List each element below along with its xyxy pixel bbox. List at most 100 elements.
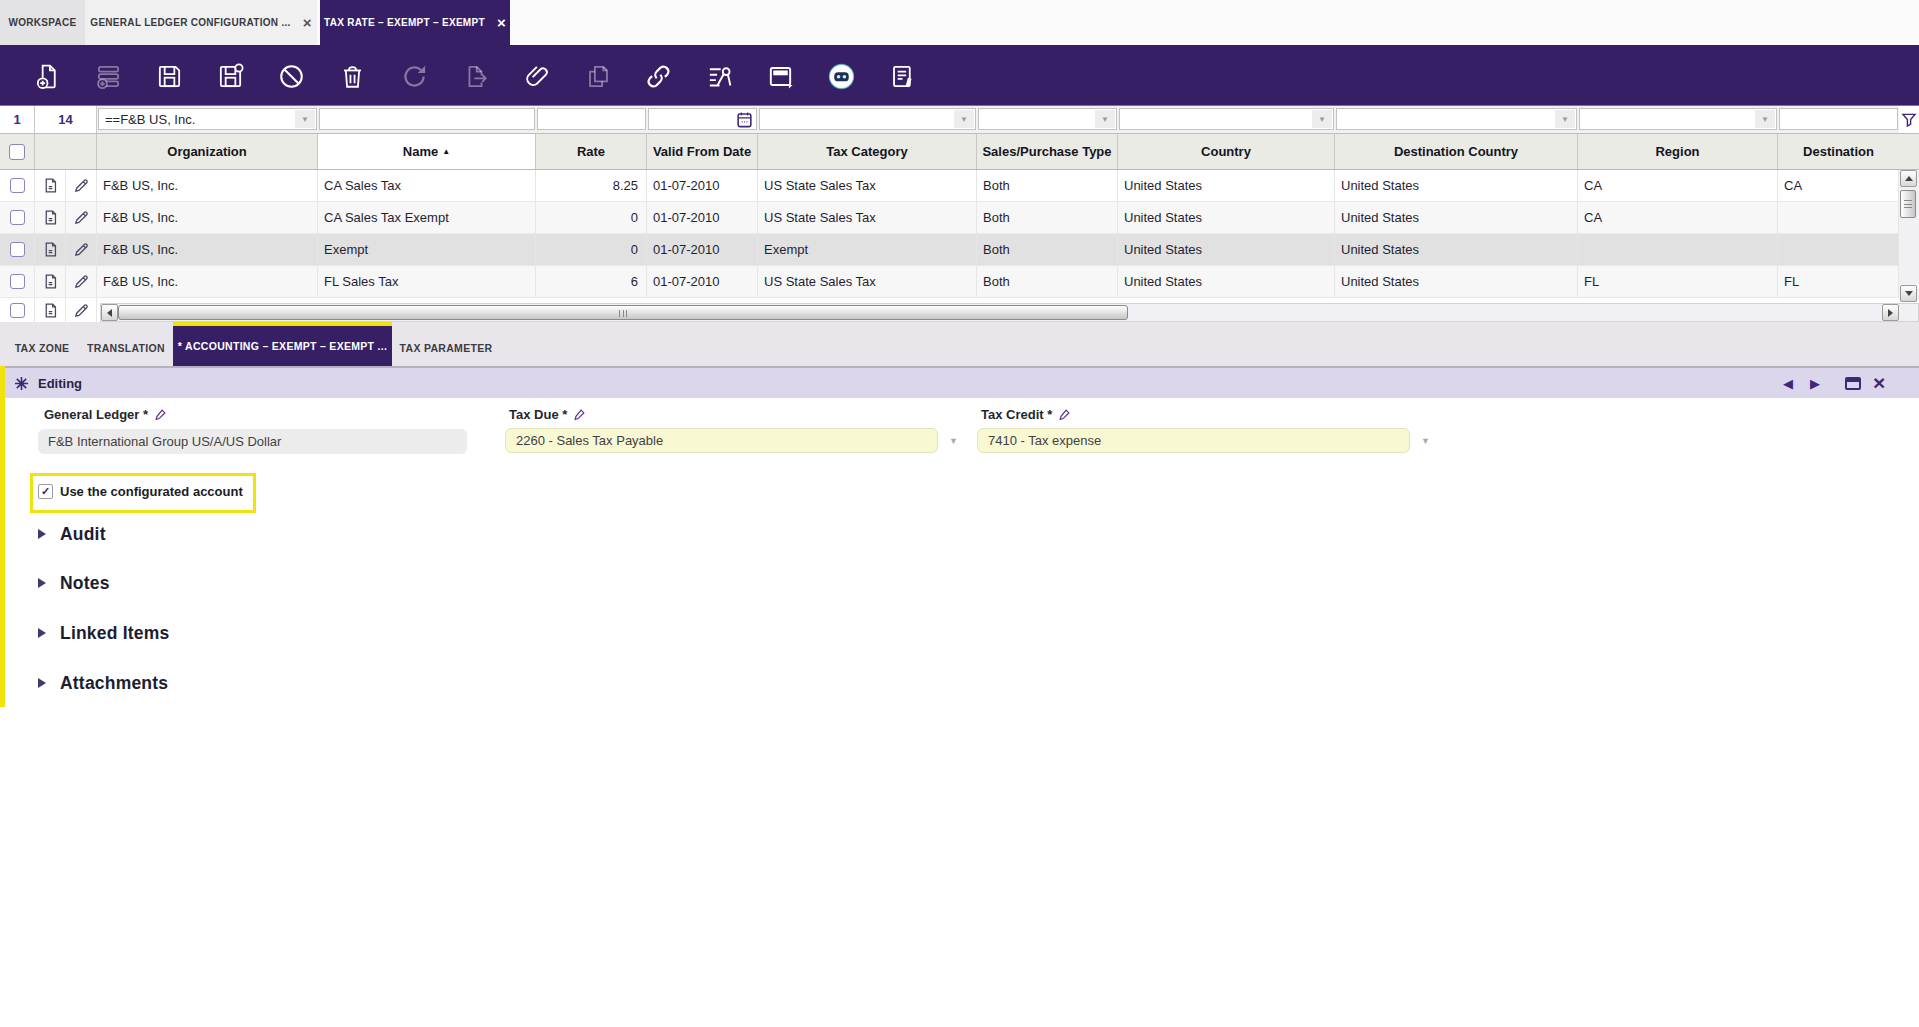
previous-record-icon[interactable]: ◀: [1783, 368, 1793, 398]
vertical-scrollbar[interactable]: [1899, 170, 1919, 302]
close-icon[interactable]: ×: [497, 15, 506, 30]
settings-tools-icon[interactable]: [703, 60, 735, 92]
general-ledger-field[interactable]: F&B International Group US/A/US Dollar: [38, 429, 467, 454]
tab-tax-zone[interactable]: TAX ZONE: [4, 329, 80, 366]
scroll-right-icon[interactable]: [1882, 304, 1899, 321]
filter-tax-category[interactable]: ▼: [758, 106, 977, 133]
filter-valid-from-date[interactable]: [647, 106, 758, 133]
tab-tax-parameter[interactable]: TAX PARAMETER: [392, 329, 500, 366]
section-linked-items[interactable]: Linked Items: [38, 621, 169, 645]
row-checkbox[interactable]: [0, 266, 35, 297]
export-icon[interactable]: [459, 60, 491, 92]
tab-translation[interactable]: TRANSLATION: [80, 329, 172, 366]
header-region[interactable]: Region: [1578, 134, 1778, 169]
journal-icon[interactable]: [886, 60, 918, 92]
add-row-icon[interactable]: [92, 60, 124, 92]
chevron-down-icon[interactable]: ▼: [1312, 110, 1332, 128]
filter-rate[interactable]: [536, 106, 647, 133]
row-checkbox[interactable]: [0, 170, 35, 201]
tab-workspace[interactable]: WORKSPACE: [0, 0, 85, 45]
scroll-up-icon[interactable]: [1900, 170, 1917, 187]
open-record-icon[interactable]: [35, 234, 66, 265]
header-country[interactable]: Country: [1118, 134, 1335, 169]
close-panel-icon[interactable]: ×: [1873, 368, 1885, 398]
maximize-panel-icon[interactable]: [1845, 368, 1861, 398]
table-row[interactable]: F&B US, Inc. CA Sales Tax Exempt 0 01-07…: [0, 202, 1899, 234]
close-icon[interactable]: ×: [303, 15, 312, 30]
scroll-down-icon[interactable]: [1900, 285, 1917, 302]
select-all-checkbox[interactable]: [0, 134, 35, 169]
link-icon[interactable]: [642, 60, 674, 92]
scroll-left-icon[interactable]: [101, 304, 118, 321]
cell-tax-category: US State Sales Tax: [758, 202, 977, 233]
filter-sales-purchase-type[interactable]: ▼: [977, 106, 1118, 133]
save-template-icon[interactable]: [214, 60, 246, 92]
header-name[interactable]: Name▲: [318, 134, 536, 169]
row-checkbox[interactable]: [0, 234, 35, 265]
header-destination-country[interactable]: Destination Country: [1335, 134, 1578, 169]
cell-country: United States: [1118, 170, 1335, 201]
assistant-bot-icon[interactable]: [825, 60, 857, 92]
cell-destination: [1778, 234, 1899, 265]
refresh-icon[interactable]: [398, 60, 430, 92]
tax-due-field[interactable]: 2260 - Sales Tax Payable: [505, 428, 938, 453]
open-record-icon[interactable]: [35, 298, 66, 322]
panel-layout-icon[interactable]: [764, 60, 796, 92]
header-organization[interactable]: Organization: [97, 134, 318, 169]
calendar-icon[interactable]: [735, 110, 754, 132]
vertical-scrollbar-thumb[interactable]: [1900, 190, 1916, 218]
open-record-icon[interactable]: [35, 170, 66, 201]
tax-credit-field[interactable]: 7410 - Tax expense: [977, 428, 1410, 453]
row-checkbox[interactable]: [0, 298, 35, 322]
chevron-down-icon[interactable]: ▼: [1755, 110, 1775, 128]
edit-record-icon[interactable]: [66, 298, 97, 322]
section-audit[interactable]: Audit: [38, 522, 106, 546]
table-row[interactable]: F&B US, Inc. Exempt 0 01-07-2010 Exempt …: [0, 234, 1899, 266]
filter-destination-country[interactable]: ▼: [1335, 106, 1578, 133]
chevron-down-icon[interactable]: ▼: [1421, 436, 1430, 446]
tab-workspace-label: WORKSPACE: [8, 17, 76, 28]
copy-icon[interactable]: [582, 60, 614, 92]
save-icon[interactable]: [153, 60, 185, 92]
chevron-down-icon[interactable]: ▼: [1095, 110, 1115, 128]
filter-funnel-icon[interactable]: [1899, 106, 1919, 133]
tab-tax-rate[interactable]: TAX RATE – EXEMPT – EXEMPT ×: [320, 0, 510, 45]
section-attachments[interactable]: Attachments: [38, 671, 168, 695]
delete-icon[interactable]: [336, 60, 368, 92]
chevron-down-icon[interactable]: ▼: [954, 110, 974, 128]
open-record-icon[interactable]: [35, 266, 66, 297]
new-record-icon[interactable]: [31, 60, 63, 92]
filter-organization[interactable]: ==F&B US, Inc. ▼: [97, 106, 318, 133]
cancel-icon[interactable]: [275, 60, 307, 92]
filter-destination[interactable]: [1778, 106, 1899, 133]
edit-record-icon[interactable]: [66, 234, 97, 265]
chevron-down-icon[interactable]: ▼: [949, 436, 958, 446]
attachment-icon[interactable]: [521, 60, 553, 92]
filter-region[interactable]: ▼: [1578, 106, 1778, 133]
tab-general-ledger-configuration[interactable]: GENERAL LEDGER CONFIGURATION ... ×: [85, 0, 317, 45]
next-record-icon[interactable]: ▶: [1810, 368, 1820, 398]
main-toolbar: [0, 45, 1919, 106]
pencil-icon: [1058, 408, 1071, 421]
table-row[interactable]: F&B US, Inc. FL Sales Tax 6 01-07-2010 U…: [0, 266, 1899, 298]
table-row[interactable]: F&B US, Inc. CA Sales Tax 8.25 01-07-201…: [0, 170, 1899, 202]
header-destination[interactable]: Destination: [1778, 134, 1899, 169]
header-sales-purchase-type[interactable]: Sales/Purchase Type: [977, 134, 1118, 169]
row-checkbox[interactable]: [0, 202, 35, 233]
open-record-icon[interactable]: [35, 202, 66, 233]
chevron-down-icon[interactable]: ▼: [1555, 110, 1575, 128]
edit-record-icon[interactable]: [66, 170, 97, 201]
filter-name[interactable]: [318, 106, 536, 133]
edit-record-icon[interactable]: [66, 202, 97, 233]
header-tax-category[interactable]: Tax Category: [758, 134, 977, 169]
section-notes[interactable]: Notes: [38, 571, 110, 595]
filter-country[interactable]: ▼: [1118, 106, 1335, 133]
horizontal-scrollbar[interactable]: [100, 303, 1919, 322]
tab-accounting[interactable]: * ACCOUNTING – EXEMPT – EXEMPT ...: [173, 322, 392, 366]
use-configurated-account-checkbox[interactable]: ✓: [38, 484, 53, 499]
chevron-down-icon[interactable]: ▼: [295, 110, 315, 128]
edit-record-icon[interactable]: [66, 266, 97, 297]
horizontal-scrollbar-thumb[interactable]: [118, 305, 1128, 320]
header-rate[interactable]: Rate: [536, 134, 647, 169]
header-valid-from-date[interactable]: Valid From Date: [647, 134, 758, 169]
